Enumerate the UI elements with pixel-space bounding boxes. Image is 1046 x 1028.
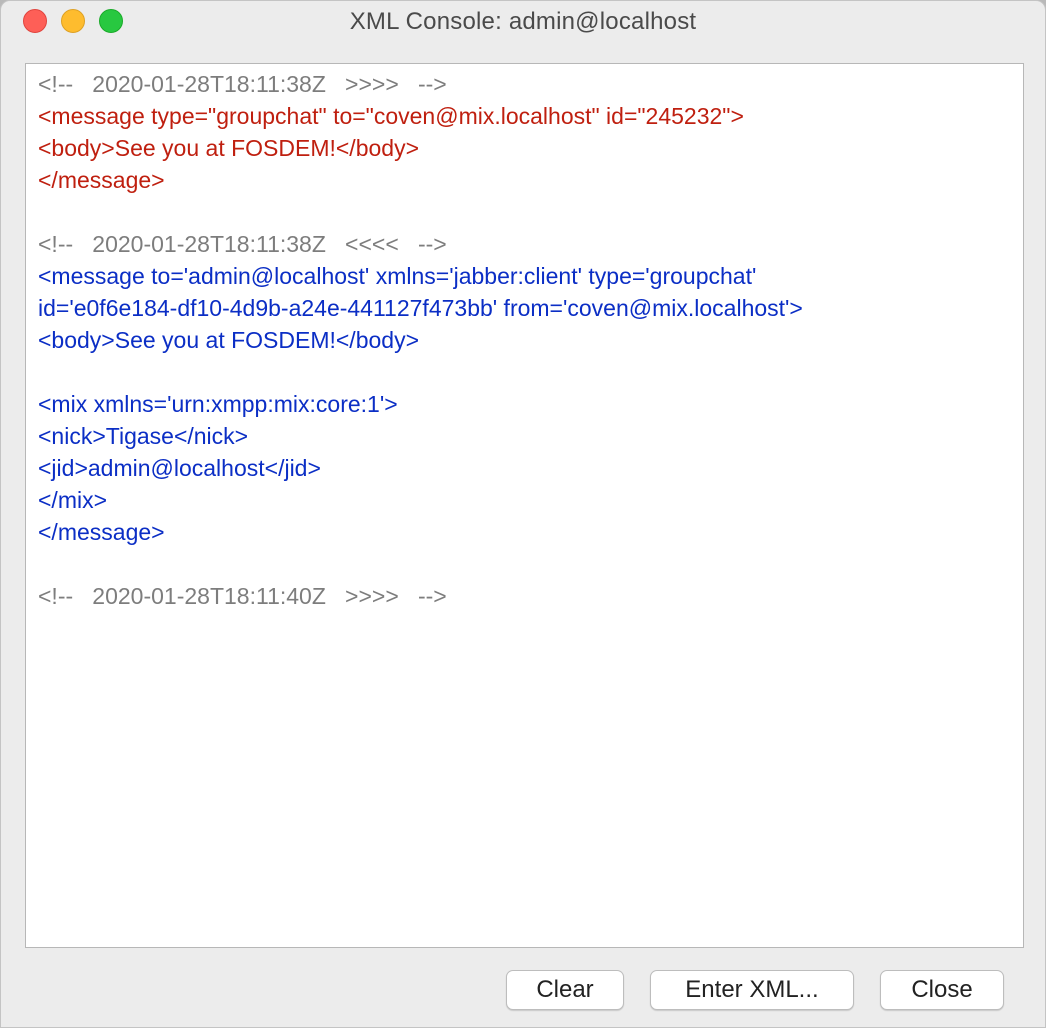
log-line-incoming: </mix> [38,487,108,513]
log-line-incoming: <nick>Tigase</nick> [38,423,249,449]
log-spacer [38,196,1017,228]
clear-button[interactable]: Clear [506,970,624,1010]
log-line-incoming: <body>See you at FOSDEM!</body> [38,327,420,353]
log-line-incoming: <mix xmlns='urn:xmpp:mix:core:1'> [38,391,398,417]
log-line-outgoing: <body>See you at FOSDEM!</body> [38,135,420,161]
log-line-incoming: <jid>admin@localhost</jid> [38,455,321,481]
xml-console-window: XML Console: admin@localhost <!-- 2020-0… [0,0,1046,1028]
log-line-incoming: id='e0f6e184-df10-4d9b-a24e-441127f473bb… [38,295,803,321]
log-line-outgoing: </message> [38,167,165,193]
xml-log: <!-- 2020-01-28T18:11:38Z >>>> --> <mess… [38,68,1017,612]
log-comment: <!-- 2020-01-28T18:11:38Z >>>> --> [38,71,447,97]
log-comment: <!-- 2020-01-28T18:11:38Z <<<< --> [38,231,447,257]
log-line-outgoing: <message type="groupchat" to="coven@mix.… [38,103,744,129]
log-line-incoming: <message to='admin@localhost' xmlns='jab… [38,263,757,289]
log-spacer [38,356,1017,388]
log-comment: <!-- 2020-01-28T18:11:40Z >>>> --> [38,583,447,609]
close-button[interactable]: Close [880,970,1004,1010]
log-line-incoming: </message> [38,519,165,545]
enter-xml-button[interactable]: Enter XML... [650,970,854,1010]
window-title: XML Console: admin@localhost [349,8,697,35]
title-bar[interactable]: XML Console: admin@localhost [1,1,1045,45]
log-spacer [38,548,1017,580]
xml-log-area[interactable]: <!-- 2020-01-28T18:11:38Z >>>> --> <mess… [25,63,1024,948]
